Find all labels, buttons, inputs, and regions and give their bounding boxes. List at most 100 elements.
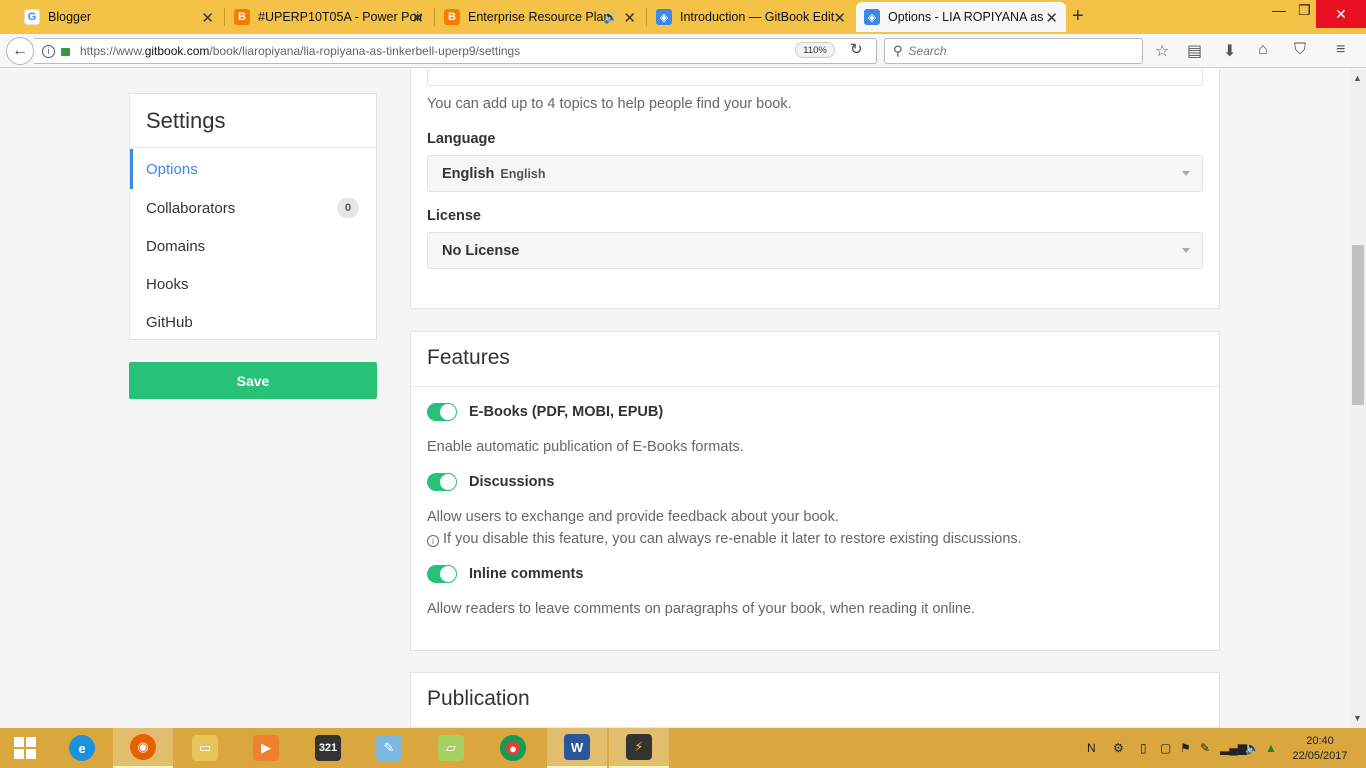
taskbar-file-explorer[interactable]: ▭ — [175, 728, 235, 768]
toggle-knob — [440, 566, 456, 582]
tab-options-active[interactable]: ◈ Options - LIA ROPIYANA as ✕ — [856, 2, 1066, 32]
tray-battery-icon[interactable]: ▯ — [1140, 741, 1147, 755]
close-icon[interactable]: ✕ — [1045, 9, 1058, 27]
calendar-321-icon: 321 — [315, 735, 341, 761]
save-button[interactable]: Save — [129, 362, 377, 399]
bookmark-star-icon[interactable]: ☆ — [1155, 41, 1169, 61]
reload-icon[interactable]: ↻ — [850, 40, 863, 58]
taskbar-clock[interactable]: 20:40 22/05/2017 — [1290, 734, 1350, 764]
menu-icon[interactable]: ≡ — [1336, 41, 1345, 59]
info-icon[interactable]: i — [42, 44, 55, 58]
windows-logo-icon — [14, 737, 36, 759]
chrome-icon: ● — [500, 735, 526, 761]
new-tab-icon[interactable]: + — [1072, 5, 1084, 28]
sidebar-title: Settings — [130, 94, 376, 148]
url-text[interactable]: https://www.gitbook.com/book/liaropiyana… — [80, 44, 876, 58]
info-icon: i — [427, 535, 439, 547]
tab-power-point[interactable]: B #UPERP10T05A - Power Poin ✕ — [226, 2, 432, 32]
sidebar-item-label: Options — [146, 160, 198, 178]
close-icon[interactable]: ✕ — [411, 9, 424, 27]
clock-time: 20:40 — [1306, 735, 1334, 747]
sidebar-item-domains[interactable]: Domains — [130, 227, 376, 265]
scroll-down-icon[interactable]: ▼ — [1353, 713, 1362, 723]
zoom-indicator[interactable]: 110% — [795, 42, 835, 58]
speaker-icon[interactable]: 🔊 — [603, 10, 618, 24]
scroll-up-icon[interactable]: ▲ — [1353, 73, 1362, 83]
taskbar-app[interactable]: ⚡ — [609, 728, 669, 768]
minimize-icon[interactable]: — — [1272, 2, 1286, 18]
internet-explorer-icon: e — [69, 735, 95, 761]
search-icon: ⚲ — [893, 43, 903, 58]
taskbar-firefox[interactable]: ◉ — [113, 728, 173, 768]
close-icon[interactable]: ✕ — [833, 9, 846, 27]
tab-label: #UPERP10T05A - Power Poin — [258, 10, 422, 24]
ebooks-toggle[interactable] — [427, 403, 457, 421]
license-label: License — [427, 208, 481, 224]
windows-taskbar: e ◉ ▭ ▶ 321 ✎ ▱ ● W ⚡ N ⚙ ▯ ▢ ⚑ ✎ ▂▄▆ 🔈 … — [0, 728, 1366, 768]
feature-name: Inline comments — [469, 566, 584, 582]
tray-settings-icon[interactable]: ⚙ — [1113, 741, 1124, 755]
tab-blogger[interactable]: G Blogger ✕ — [16, 2, 222, 32]
tab-label: Introduction — GitBook Edit — [680, 10, 835, 24]
page-scrollbar[interactable]: ▲ ▼ — [1350, 69, 1366, 728]
start-button[interactable] — [0, 728, 50, 768]
taskbar-calendar-app[interactable]: 321 — [298, 728, 358, 768]
close-icon[interactable]: ✕ — [201, 9, 214, 27]
gitbook-icon: ◈ — [656, 9, 672, 25]
browser-tab-bar: G Blogger ✕ B #UPERP10T05A - Power Poin … — [0, 0, 1366, 34]
sidebar-item-github[interactable]: GitHub — [130, 303, 376, 341]
window-close-icon[interactable]: ✕ — [1316, 0, 1366, 28]
pocket-icon[interactable]: ⛉ — [1294, 41, 1306, 59]
tray-display-icon[interactable]: ▢ — [1160, 741, 1171, 755]
options-panel: You can add up to 4 topics to help peopl… — [410, 69, 1220, 309]
tray-flag-icon[interactable]: ⚑ — [1180, 741, 1191, 755]
feature-note-text: If you disable this feature, you can alw… — [443, 531, 1022, 547]
license-value: No License — [442, 242, 520, 259]
search-placeholder: Search — [908, 44, 947, 58]
language-select[interactable]: English English — [427, 155, 1203, 192]
feature-description: Allow users to exchange and provide feed… — [427, 509, 839, 525]
sidebar-item-collaborators[interactable]: Collaborators 0 — [130, 189, 376, 227]
tab-divider — [224, 8, 225, 26]
url-bar[interactable]: i https://www.gitbook.com/book/liaropiya… — [34, 38, 877, 64]
topics-input[interactable] — [427, 69, 1203, 86]
topics-help-text: You can add up to 4 topics to help peopl… — [427, 96, 792, 112]
sidebar-item-options[interactable]: Options — [130, 149, 376, 189]
inline-comments-toggle[interactable] — [427, 565, 457, 583]
url-prefix: https://www. — [80, 44, 145, 58]
discussions-toggle[interactable] — [427, 473, 457, 491]
tray-drive-icon[interactable]: ▲ — [1265, 741, 1277, 755]
taskbar-notepad[interactable]: ✎ — [359, 728, 419, 768]
media-player-icon: ▶ — [253, 735, 279, 761]
scrollbar-thumb[interactable] — [1352, 245, 1364, 405]
blogger-icon: B — [234, 9, 250, 25]
taskbar-internet-explorer[interactable]: e — [52, 728, 112, 768]
language-native-name: English — [500, 166, 546, 181]
license-select[interactable]: No License — [427, 232, 1203, 269]
taskbar-chrome[interactable]: ● — [483, 728, 543, 768]
tab-divider — [646, 8, 647, 26]
home-icon[interactable]: ⌂ — [1258, 41, 1268, 59]
download-icon[interactable]: ⬇ — [1223, 41, 1236, 61]
tray-onenote-icon[interactable]: N — [1087, 741, 1096, 755]
search-input[interactable]: ⚲ Search — [884, 38, 1143, 64]
tab-label: Blogger — [48, 10, 92, 24]
tray-pen-icon[interactable]: ✎ — [1200, 741, 1210, 755]
sidebar-item-label: GitHub — [146, 313, 193, 331]
back-button[interactable]: ← — [6, 37, 34, 65]
tab-enterprise[interactable]: B Enterprise Resource Plan 🔊 ✕ — [436, 2, 644, 32]
sidebar-item-hooks[interactable]: Hooks — [130, 265, 376, 303]
taskbar-sticky-notes[interactable]: ▱ — [421, 728, 481, 768]
clock-date: 22/05/2017 — [1292, 750, 1348, 762]
restore-icon[interactable]: ❐ — [1298, 2, 1311, 19]
tray-network-icon[interactable]: ▂▄▆ — [1220, 741, 1247, 755]
taskbar-word[interactable]: W — [547, 728, 607, 768]
tab-gitbook-introduction[interactable]: ◈ Introduction — GitBook Edit ✕ — [648, 2, 854, 32]
sidebar-item-label: Collaborators — [146, 199, 236, 217]
tray-volume-icon[interactable]: 🔈 — [1245, 741, 1260, 755]
reading-list-icon[interactable]: ▤ — [1187, 41, 1202, 61]
navigation-bar: i https://www.gitbook.com/book/liaropiya… — [0, 34, 1366, 68]
blogger-icon: B — [444, 9, 460, 25]
close-icon[interactable]: ✕ — [623, 9, 636, 27]
taskbar-media-player[interactable]: ▶ — [236, 728, 296, 768]
